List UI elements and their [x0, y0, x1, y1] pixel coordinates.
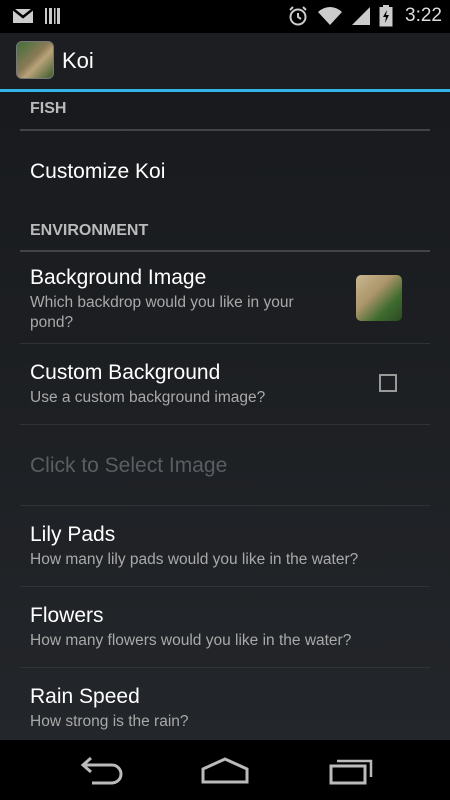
- pref-rain-speed[interactable]: Rain Speed How strong is the rain?: [20, 668, 430, 740]
- pref-summary: Use a custom background image?: [30, 389, 266, 406]
- preferences-list: FISH Customize Koi ENVIRONMENT Backgroun…: [0, 92, 450, 740]
- pref-lily-pads[interactable]: Lily Pads How many lily pads would you l…: [20, 506, 430, 587]
- pref-custom-background[interactable]: Custom Background Use a custom backgroun…: [20, 344, 430, 425]
- pref-title: Lily Pads: [30, 523, 116, 546]
- recents-icon[interactable]: [328, 755, 374, 790]
- category-header-fish: FISH: [20, 100, 430, 131]
- home-icon[interactable]: [200, 755, 250, 790]
- status-bar: 3:22: [0, 0, 450, 33]
- status-time: 3:22: [405, 5, 442, 26]
- pref-title: Flowers: [30, 604, 104, 627]
- pref-summary: How many lily pads would you like in the…: [30, 551, 359, 568]
- wifi-icon: [317, 6, 343, 26]
- pref-select-image: Click to Select Image: [20, 425, 430, 506]
- pref-title: Customize Koi: [30, 160, 166, 183]
- back-icon[interactable]: [78, 755, 124, 790]
- alarm-icon: [287, 5, 309, 27]
- pref-summary: How strong is the rain?: [30, 713, 189, 730]
- pref-title: Click to Select Image: [30, 454, 228, 477]
- category-header-environment: ENVIRONMENT: [20, 222, 430, 252]
- background-thumbnail-image: [356, 275, 402, 321]
- battery-charging-icon: [379, 5, 393, 27]
- app-title: Koi: [62, 48, 94, 73]
- gmail-icon: [12, 7, 34, 25]
- custom-background-checkbox[interactable]: [379, 374, 397, 392]
- pref-summary: How many flowers would you like in the w…: [30, 632, 352, 649]
- pref-customize-koi[interactable]: Customize Koi: [20, 133, 430, 211]
- pref-flowers[interactable]: Flowers How many flowers would you like …: [20, 587, 430, 668]
- pref-background-image[interactable]: Background Image Which backdrop would yo…: [20, 253, 430, 344]
- signal-icon: [351, 6, 371, 26]
- action-bar: Koi: [0, 33, 450, 92]
- pref-summary: Which backdrop would you like in your po…: [30, 294, 294, 331]
- pref-title: Rain Speed: [30, 685, 140, 708]
- pref-title: Custom Background: [30, 361, 221, 384]
- barcode-icon: [44, 7, 62, 25]
- navigation-bar: [0, 740, 450, 800]
- koi-app-icon[interactable]: [16, 41, 54, 79]
